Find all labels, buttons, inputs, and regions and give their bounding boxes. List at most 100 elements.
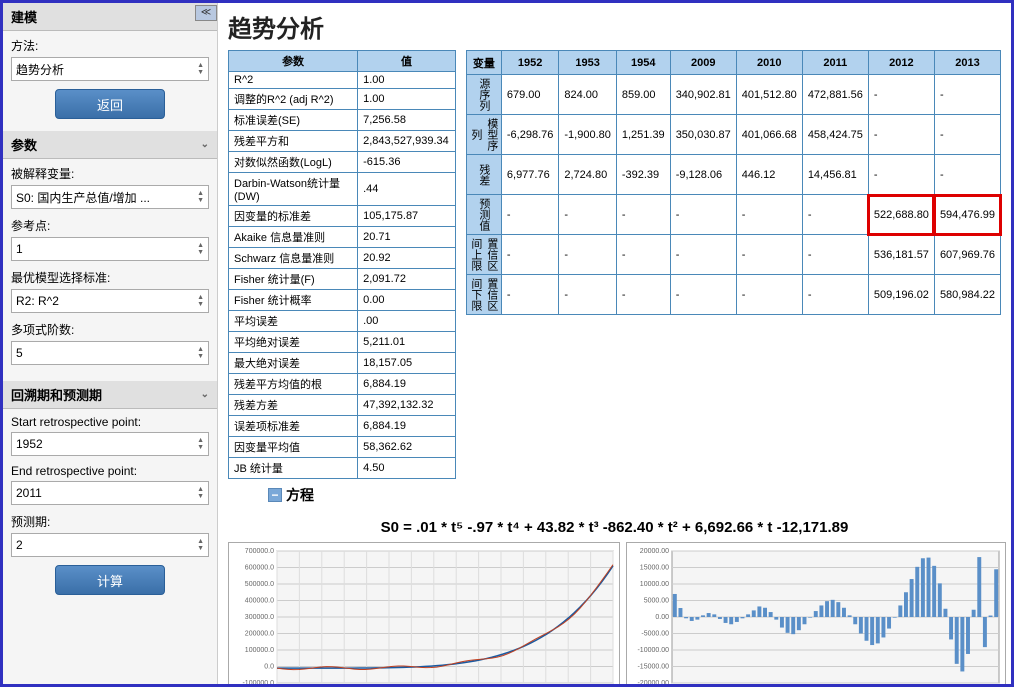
poly-order-dropdown[interactable]: 5 ▲▼ <box>11 341 209 365</box>
table-cell: - <box>559 275 616 315</box>
table-cell: 误差项标准差 <box>229 416 358 437</box>
residual-bar-chart: -20000.00-15000.00-10000.00-5000.000.005… <box>626 542 1006 684</box>
spinner-arrows-icon: ▲▼ <box>197 486 204 500</box>
table-cell: 20.92 <box>358 248 456 269</box>
section-header-params[interactable]: 参数 ⌄ <box>3 131 217 159</box>
col-header: 2012 <box>868 51 934 75</box>
method-label: 方法: <box>11 37 209 54</box>
table-row: Akaike 信息量准则20.71 <box>229 227 456 248</box>
section-header-period[interactable]: 回溯期和预测期 ⌄ <box>3 381 217 409</box>
svg-text:300000.0: 300000.0 <box>245 614 274 621</box>
svg-text:0.00: 0.00 <box>655 614 669 621</box>
col-header: 1952 <box>501 51 558 75</box>
table-cell: 2,724.80 <box>559 155 616 195</box>
refpoint-dropdown[interactable]: 1 ▲▼ <box>11 237 209 261</box>
table-cell: - <box>559 195 616 235</box>
table-cell: 401,512.80 <box>736 75 802 115</box>
dropdown-value: 5 <box>16 346 23 360</box>
col-header: 2010 <box>736 51 802 75</box>
table-row: 置信区间下限------509,196.02580,984.22 <box>466 275 1000 315</box>
table-cell: 7,256.58 <box>358 110 456 131</box>
spinner-arrows-icon: ▲▼ <box>197 294 204 308</box>
table-cell: 18,157.05 <box>358 353 456 374</box>
table-cell: 458,424.75 <box>802 115 868 155</box>
table-cell: - <box>868 155 934 195</box>
model-crit-dropdown[interactable]: R2: R^2 ▲▼ <box>11 289 209 313</box>
sidebar: ≪ 建模 ⌄ 方法: 趋势分析 ▲▼ 返回 参数 ⌄ 被解释变量: S0: 国内… <box>3 3 218 684</box>
collapse-icon[interactable]: − <box>268 488 282 502</box>
table-cell: -615.36 <box>358 152 456 173</box>
table-cell: 522,688.80 <box>868 195 934 235</box>
table-cell: 4.50 <box>358 458 456 479</box>
back-button[interactable]: 返回 <box>55 89 165 119</box>
table-cell: 调整的R^2 (adj R^2) <box>229 89 358 110</box>
spinner-arrows-icon: ▲▼ <box>197 62 204 76</box>
table-cell: - <box>802 195 868 235</box>
table-row: 因变量平均值58,362.62 <box>229 437 456 458</box>
table-row: 模型序列-6,298.76-1,900.801,251.39350,030.87… <box>466 115 1000 155</box>
corner-header: 变量 <box>466 51 501 75</box>
table-cell: 因变量的标准差 <box>229 206 358 227</box>
table-row: JB 统计量4.50 <box>229 458 456 479</box>
dropdown-value: R2: R^2 <box>16 294 59 308</box>
forecast-dropdown[interactable]: 2 ▲▼ <box>11 533 209 557</box>
calculate-button[interactable]: 计算 <box>55 565 165 595</box>
table-cell: 2,091.72 <box>358 269 456 290</box>
table-cell: - <box>670 235 736 275</box>
table-cell: - <box>501 235 558 275</box>
table-cell: 平均绝对误差 <box>229 332 358 353</box>
table-row: 误差项标准差6,884.19 <box>229 416 456 437</box>
table-cell: - <box>670 195 736 235</box>
table-cell: Fisher 统计量(F) <box>229 269 358 290</box>
table-row: 调整的R^2 (adj R^2)1.00 <box>229 89 456 110</box>
svg-text:0.0: 0.0 <box>264 664 274 671</box>
table-cell: -9,128.06 <box>670 155 736 195</box>
svg-text:-20000.00: -20000.00 <box>637 680 669 684</box>
data-table: 变量19521953195420092010201120122013 源序列67… <box>466 50 1001 315</box>
section-body-modeling: 方法: 趋势分析 ▲▼ 返回 <box>3 31 217 131</box>
table-cell: - <box>868 75 934 115</box>
svg-text:15000.00: 15000.00 <box>640 565 669 572</box>
table-cell: 6,884.19 <box>358 374 456 395</box>
table-cell: 607,969.76 <box>934 235 1000 275</box>
retro-start-dropdown[interactable]: 1952 ▲▼ <box>11 432 209 456</box>
col-header: 值 <box>358 51 456 72</box>
dropdown-value: 1 <box>16 242 23 256</box>
table-cell: 1.00 <box>358 89 456 110</box>
table-cell: 20.71 <box>358 227 456 248</box>
table-cell: 0.00 <box>358 290 456 311</box>
explained-var-label: 被解释变量: <box>11 165 209 182</box>
sidebar-collapse-toggle[interactable]: ≪ <box>195 5 217 21</box>
table-cell: 2,843,527,939.34 <box>358 131 456 152</box>
table-cell: 5,211.01 <box>358 332 456 353</box>
chevron-icon: ⌄ <box>201 139 209 150</box>
table-cell: 105,175.87 <box>358 206 456 227</box>
retro-end-dropdown[interactable]: 2011 ▲▼ <box>11 481 209 505</box>
table-cell: 6,977.76 <box>501 155 558 195</box>
table-cell: 1,251.39 <box>616 115 670 155</box>
row-header: 模型序列 <box>466 115 501 155</box>
table-cell: 对数似然函数(LogL) <box>229 152 358 173</box>
svg-text:500000.0: 500000.0 <box>245 581 274 588</box>
table-cell: 340,902.81 <box>670 75 736 115</box>
table-cell: 594,476.99 <box>934 195 1000 235</box>
table-row: 源序列679.00824.00859.00340,902.81401,512.8… <box>466 75 1000 115</box>
table-cell: - <box>616 195 670 235</box>
row-header: 源序列 <box>466 75 501 115</box>
equation-text: S0 = .01 * t⁵ -.97 * t⁴ + 43.82 * t³ -86… <box>228 519 1001 536</box>
table-cell: 401,066.68 <box>736 115 802 155</box>
table-cell: 因变量平均值 <box>229 437 358 458</box>
svg-text:700000.0: 700000.0 <box>245 548 274 555</box>
col-header: 2013 <box>934 51 1000 75</box>
table-cell: Akaike 信息量准则 <box>229 227 358 248</box>
table-row: 对数似然函数(LogL)-615.36 <box>229 152 456 173</box>
table-cell: - <box>559 235 616 275</box>
dropdown-value: S0: 国内生产总值/增加 ... <box>16 189 150 206</box>
method-dropdown[interactable]: 趋势分析 ▲▼ <box>11 57 209 81</box>
explained-var-dropdown[interactable]: S0: 国内生产总值/增加 ... ▲▼ <box>11 185 209 209</box>
table-cell: 残差平方均值的根 <box>229 374 358 395</box>
table-cell: - <box>670 275 736 315</box>
table-row: 残差平方和2,843,527,939.34 <box>229 131 456 152</box>
section-header-modeling[interactable]: 建模 ⌄ <box>3 3 217 31</box>
content-area: 趋势分析 参数 值 R^21.00调整的R^2 (adj R^2)1.00标准误… <box>218 3 1011 684</box>
